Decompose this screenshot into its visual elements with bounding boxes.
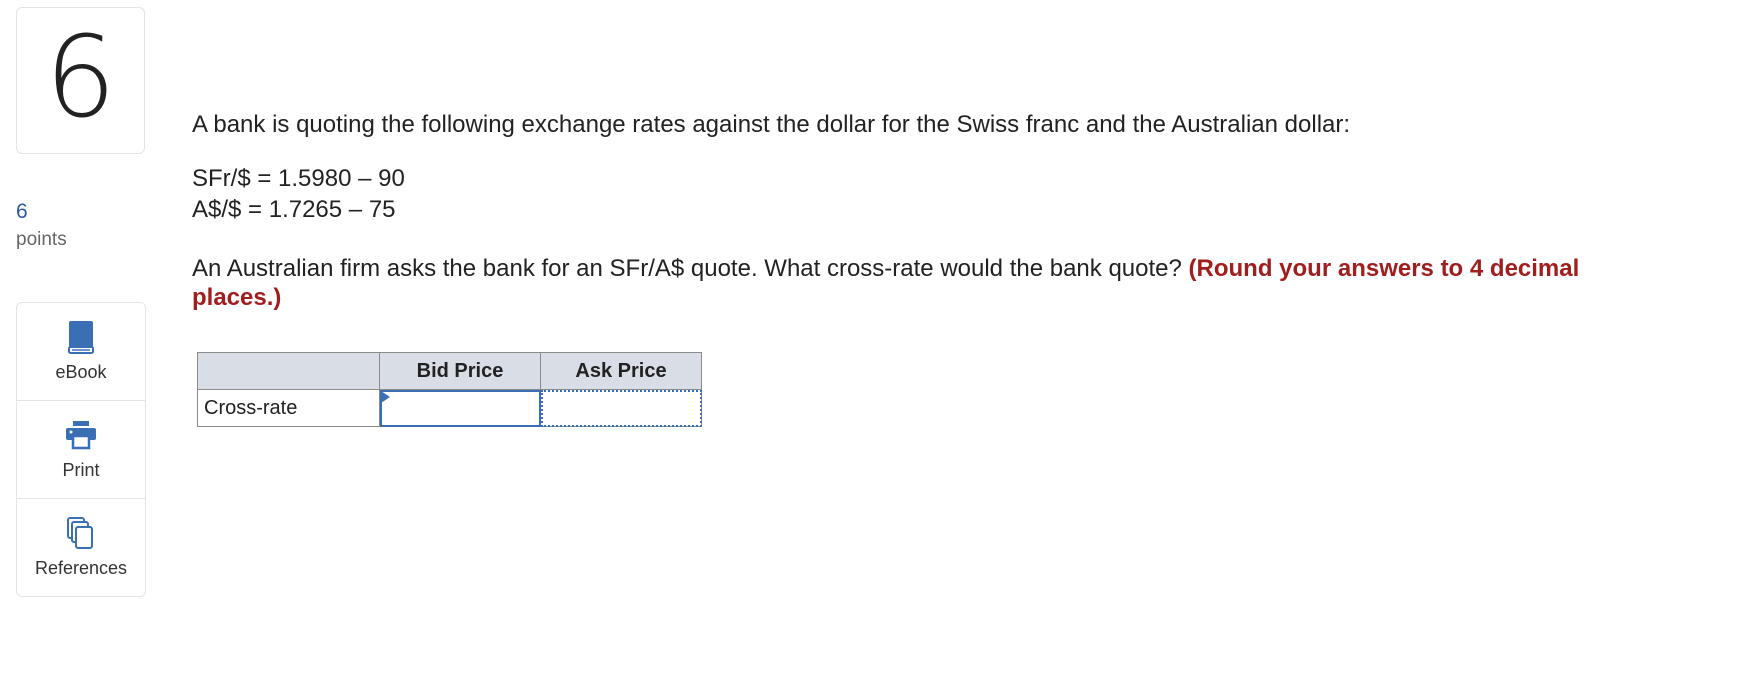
row-label-cross-rate: Cross-rate (197, 389, 380, 427)
question-text-block: An Australian firm asks the bank for an … (192, 254, 1632, 312)
print-label: Print (62, 460, 100, 480)
exchange-quotes: SFr/$ = 1.5980 – 90 A$/$ = 1.7265 – 75 (192, 163, 1632, 225)
ebook-button[interactable]: eBook (17, 303, 145, 401)
references-label: References (34, 558, 128, 578)
bid-price-input[interactable] (380, 390, 540, 426)
printer-icon (65, 418, 97, 452)
table-header-row: Bid Price Ask Price (197, 352, 702, 390)
quote-sfr: SFr/$ = 1.5980 – 90 (192, 165, 405, 192)
book-icon (67, 320, 95, 354)
ask-price-input[interactable] (541, 390, 701, 426)
references-button[interactable]: References (17, 499, 145, 596)
points-value: 6 (16, 200, 28, 223)
points-info: 6 points (16, 199, 67, 253)
points-label: points (16, 229, 67, 250)
header-ask-price: Ask Price (540, 352, 702, 390)
tools-panel: eBook Print References (16, 302, 146, 597)
question-text: An Australian firm asks the bank for an … (192, 255, 1182, 282)
print-button[interactable]: Print (17, 401, 145, 499)
table-row: Cross-rate (197, 389, 702, 427)
quote-aud: A$/$ = 1.7265 – 75 (192, 196, 396, 223)
question-number-box: 6 (16, 7, 145, 154)
ebook-label: eBook (55, 362, 107, 382)
header-blank (197, 352, 380, 390)
ask-price-cell[interactable] (540, 389, 702, 427)
question-number: 6 (44, 12, 117, 143)
question-body: A bank is quoting the following exchange… (192, 108, 1632, 312)
documents-icon (66, 516, 96, 550)
bid-price-cell[interactable] (379, 389, 541, 427)
question-prompt: A bank is quoting the following exchange… (192, 111, 1351, 138)
header-bid-price: Bid Price (379, 352, 541, 390)
active-cell-flag-icon (381, 391, 390, 403)
answer-table: Bid Price Ask Price Cross-rate (197, 352, 702, 427)
